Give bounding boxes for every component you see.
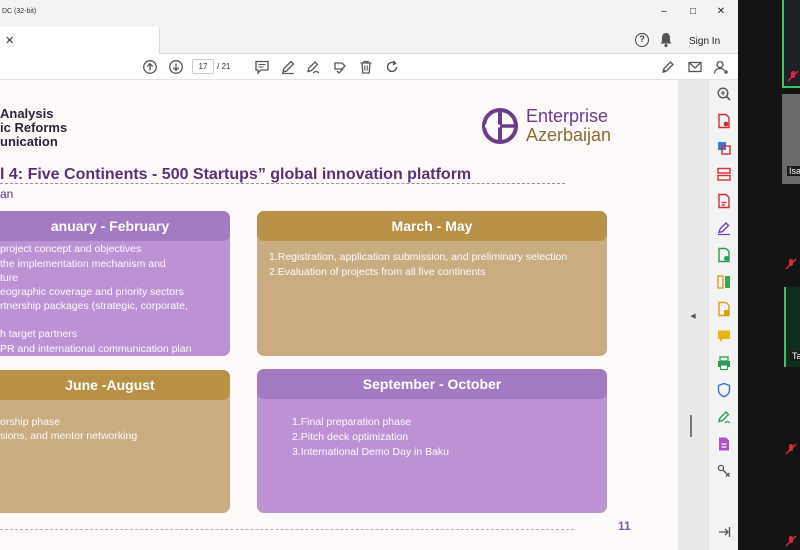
help-icon[interactable]: ? [635,33,649,47]
rotate-icon[interactable] [384,59,400,75]
draw-icon[interactable] [305,59,321,75]
create-pdf-icon[interactable] [716,140,732,156]
title-divider [0,183,565,184]
page-number-input[interactable]: 17 [192,59,214,74]
page-subtitle: an [0,187,14,201]
card-line: sions, and mentor networking [0,430,138,442]
document-page: Analysis ic Reforms unication Enterprise… [0,80,678,550]
video-panel: Isa Ta [738,0,800,550]
sign-icon[interactable] [716,220,732,236]
maximize-button[interactable]: □ [683,6,703,18]
logo-text-enterprise: Enterprise [526,106,609,126]
heading-line-3: unication [0,134,58,149]
vertical-scrollbar[interactable]: ◀ [678,80,708,550]
edit-pdf-icon[interactable] [660,59,676,75]
card-line: 2.Pitch deck optimization [292,431,409,443]
card-line: h target partners [0,328,78,340]
print-icon[interactable] [716,355,732,371]
sign-in-link[interactable]: Sign In [689,36,720,47]
document-icon[interactable] [716,436,732,452]
card-line: eographic coverage and priority sectors [0,286,184,298]
card-line: 1.Final preparation phase [292,416,412,428]
card-line: 2.Evaluation of projects from all five c… [269,266,486,278]
tab-bar: ✕ ? Sign In [0,27,738,54]
card-january-february: anuary - February project concept and ob… [0,211,230,356]
card-june-august: June -August orship phase sions, and men… [0,370,230,513]
card-line: 1.Registration, application submission, … [269,251,568,263]
video-tile-top[interactable] [782,0,800,88]
organize-pages-icon[interactable] [716,166,732,182]
card-line: orship phase [0,416,61,428]
pdf-viewer-window: DC (32-bit) – □ ✕ ✕ ? Sign In 17 / 21 An… [0,0,738,550]
card-line: the implementation mechanism and [0,258,166,270]
minimize-button[interactable]: – [654,6,674,18]
participant-name: Ta [790,351,800,361]
card-header: March - May [257,211,607,241]
tab-close-icon[interactable]: ✕ [5,34,14,47]
bell-icon[interactable] [659,32,673,48]
edit-document-icon[interactable] [716,193,732,209]
microphone-muted-icon [785,258,797,270]
card-header: June -August [0,370,230,400]
logo-mark-icon [482,108,518,144]
video-tile-ta[interactable]: Ta [784,287,800,367]
delete-icon[interactable] [358,59,374,75]
card-september-october: September - October 1.Final preparation … [257,369,607,513]
protect-file-icon[interactable] [716,301,732,317]
highlight-pen-icon[interactable] [280,59,296,75]
card-line: 3.International Demo Day in Baku [292,446,450,458]
document-tab[interactable]: ✕ [0,27,160,54]
email-icon[interactable] [687,59,703,75]
tools-icon[interactable] [716,463,732,479]
enterprise-azerbaijan-logo: Enterprise Azerbaijan [480,105,620,147]
microphone-muted-icon [787,70,799,82]
card-line: project concept and objectives [0,243,142,255]
comment-icon[interactable] [254,59,270,75]
zoom-icon[interactable] [716,86,732,102]
card-line: PR and international communication plan [0,343,192,355]
close-window-button[interactable]: ✕ [711,6,731,18]
heading-line-1: Analysis [0,106,54,121]
comment-tool-icon[interactable] [716,328,732,344]
card-header: anuary - February [0,211,230,241]
fill-sign-tool-icon[interactable] [716,409,732,425]
share-user-icon[interactable] [713,59,729,75]
participant-name: Isa [787,166,800,176]
heading-line-2: ic Reforms [0,120,68,135]
previous-page-icon[interactable] [142,59,158,75]
microphone-muted-icon [785,443,797,455]
export-pdf-icon[interactable] [716,113,732,129]
card-line: rtnership packages (strategic, corporate… [0,300,188,312]
page-total: / 21 [217,62,231,71]
scrollbar-thumb[interactable] [690,415,692,437]
video-tile-isa[interactable]: Isa [782,94,800,184]
card-line: ture [0,272,19,284]
fill-sign-icon[interactable] [332,59,348,75]
card-march-may: March - May 1.Registration, application … [257,211,607,356]
screen: DC (32-bit) – □ ✕ ✕ ? Sign In 17 / 21 An… [0,0,800,550]
title-bar: DC (32-bit) – □ ✕ [0,0,738,27]
next-page-icon[interactable] [168,59,184,75]
window-title: DC (32-bit) [2,8,37,15]
shield-icon[interactable] [716,382,732,398]
tools-sidebar [708,80,738,550]
microphone-muted-icon [785,535,797,547]
compare-icon[interactable] [716,274,732,290]
page-number: 11 [618,519,631,533]
collapse-arrow-icon[interactable]: ◀ [678,312,708,320]
card-header: September - October [257,369,607,399]
footer-divider [0,529,574,530]
logo-text-azerbaijan: Azerbaijan [526,125,612,145]
collapse-panel-icon[interactable] [716,524,732,540]
toolbar: 17 / 21 [0,54,738,80]
combine-files-icon[interactable] [716,247,732,263]
page-title: l 4: Five Continents - 500 Startups” glo… [0,166,472,183]
